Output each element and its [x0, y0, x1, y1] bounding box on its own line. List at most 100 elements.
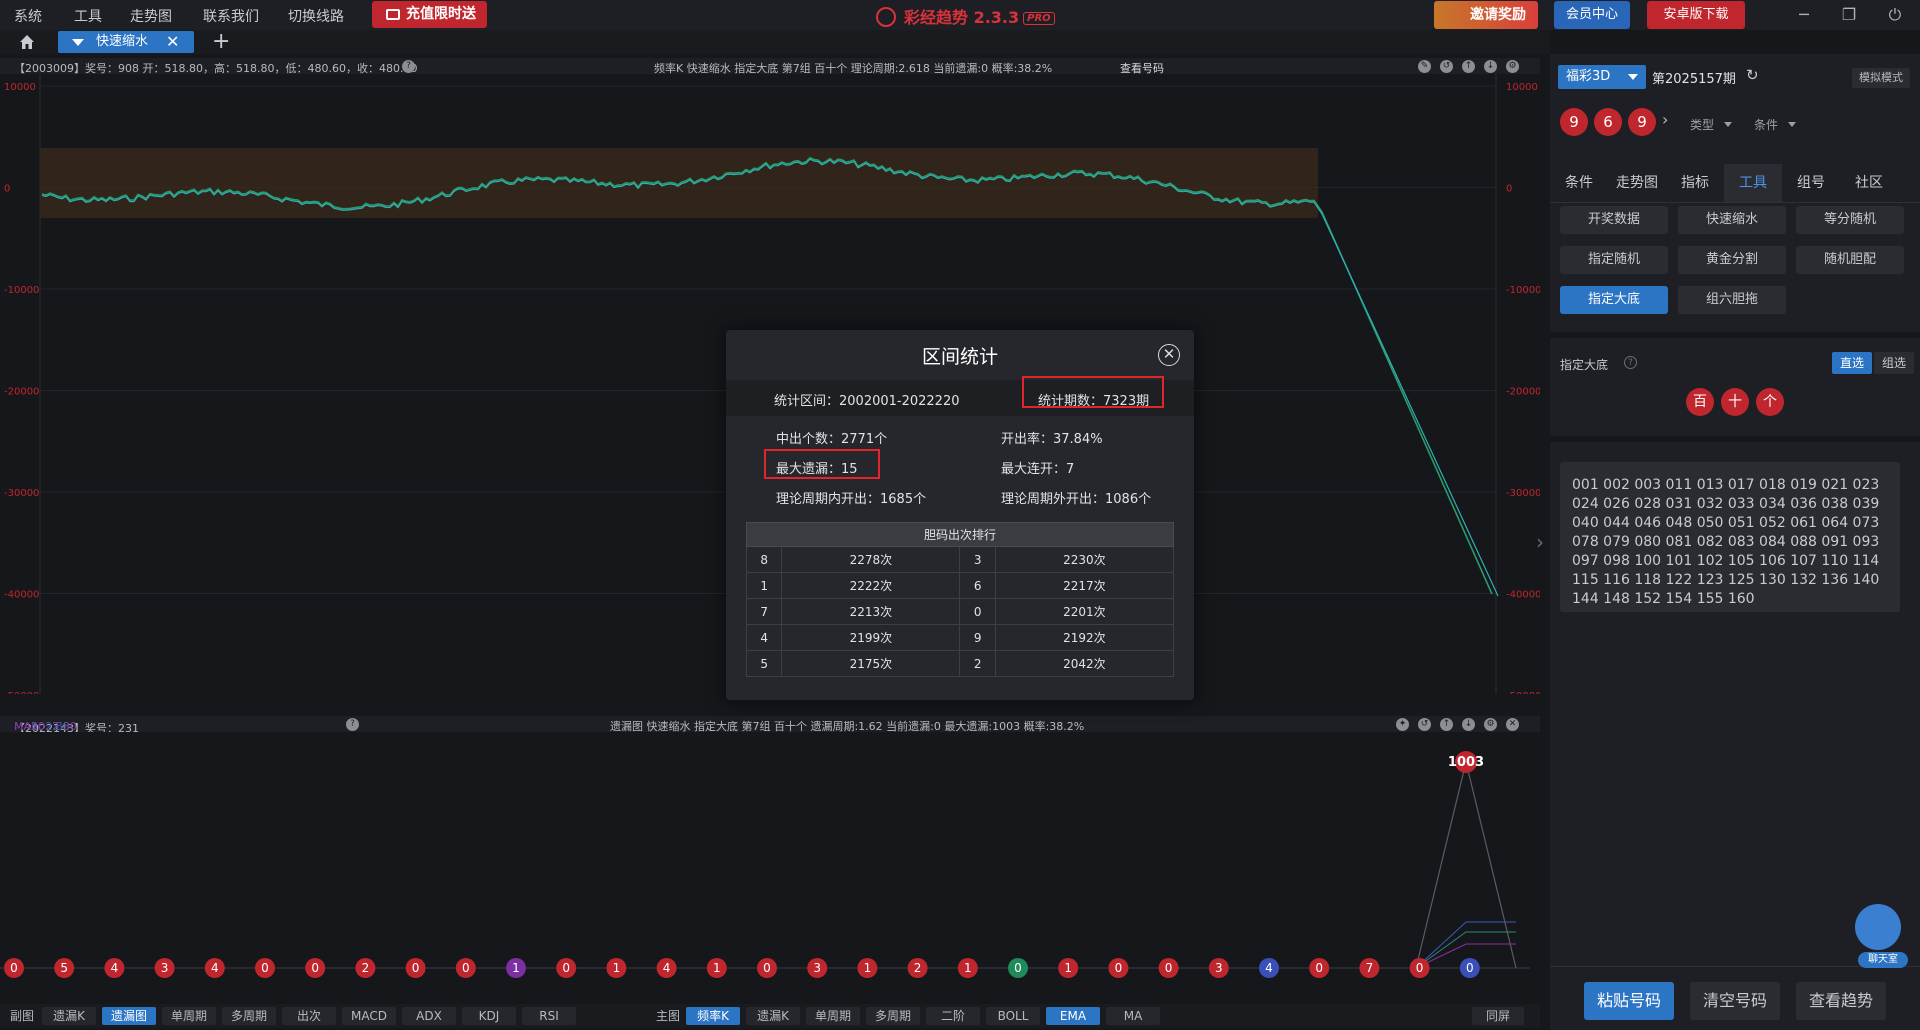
miss-ball: 4 — [104, 958, 125, 978]
sim-mode-button[interactable]: 模拟模式 — [1852, 68, 1910, 88]
tool-button[interactable]: 指定大底 — [1560, 286, 1668, 314]
lottery-select-label: 福彩3D — [1566, 69, 1611, 84]
view-trend-button[interactable]: 查看趋势 — [1796, 982, 1886, 1020]
main-indicator-button[interactable]: 频率K — [686, 1007, 740, 1025]
down-icon[interactable]: ↓ — [1484, 60, 1497, 73]
right-tab[interactable]: 指标 — [1666, 164, 1724, 202]
group-select-toggle[interactable]: 组选 — [1874, 352, 1914, 374]
sub-indicator-button[interactable]: 遗漏K — [42, 1007, 96, 1025]
miss-chart[interactable]: 1003 054340020010141031210100340700 — [0, 732, 1540, 1002]
expand-panel-icon[interactable]: › — [1536, 530, 1544, 554]
y-tick-label: -10000 — [4, 285, 39, 296]
stat-max-streak: 最大连开：7 — [1001, 462, 1075, 477]
sub-indicator-button[interactable]: RSI — [522, 1007, 576, 1025]
right-tab[interactable]: 工具 — [1724, 164, 1782, 202]
up-icon[interactable]: ↑ — [1440, 718, 1453, 731]
main-indicator-button[interactable]: 多周期 — [866, 1007, 920, 1025]
direct-select-toggle[interactable]: 直选 — [1832, 352, 1872, 374]
power-icon[interactable]: ⏻ — [1884, 4, 1906, 26]
down-icon[interactable]: ↓ — [1462, 718, 1475, 731]
sub-indicator-button[interactable]: 遗漏图 — [102, 1007, 156, 1025]
android-download-button[interactable]: 安卓版下载 — [1647, 1, 1745, 29]
sub-indicator-button[interactable]: ADX — [402, 1007, 456, 1025]
menu-switch-line[interactable]: 切换线路 — [288, 6, 344, 26]
miss-ball: 0 — [405, 958, 426, 978]
recharge-promo-button[interactable]: 充值限时送 — [372, 1, 487, 28]
chat-icon[interactable] — [1855, 904, 1901, 950]
tool-button[interactable]: 黄金分割 — [1678, 246, 1786, 274]
main-indicator-button[interactable]: 二阶 — [926, 1007, 980, 1025]
restore-icon[interactable]: ❐ — [1838, 4, 1860, 26]
home-icon[interactable] — [18, 33, 36, 51]
invite-reward-button[interactable]: 邀请奖励 — [1434, 1, 1538, 29]
table-cell: 2175次 — [781, 650, 961, 677]
pin-icon[interactable]: ✦ — [1396, 718, 1409, 731]
close-icon[interactable]: ✕ — [1158, 344, 1180, 366]
miss-ball-label: 1 — [613, 961, 621, 975]
menu-tools[interactable]: 工具 — [74, 6, 102, 26]
number-list-textarea[interactable]: 001 002 003 011 013 017 018 019 021 023 … — [1560, 462, 1900, 612]
type-dropdown[interactable]: 类型 — [1690, 116, 1733, 133]
tool-button[interactable]: 快速缩水 — [1678, 206, 1786, 234]
digit-hundreds-button[interactable]: 百 — [1686, 388, 1714, 416]
miss-ball: 5 — [54, 958, 75, 978]
sub-indicator-button[interactable]: 单周期 — [162, 1007, 216, 1025]
sub-indicator-button[interactable]: 多周期 — [222, 1007, 276, 1025]
tool-button[interactable]: 组六胆拖 — [1678, 286, 1786, 314]
table-cell: 2192次 — [994, 624, 1175, 651]
paste-numbers-button[interactable]: 粘贴号码 — [1584, 982, 1674, 1020]
right-tab[interactable]: 组号 — [1782, 164, 1840, 202]
miss-ball: 0 — [255, 958, 275, 978]
member-center-button[interactable]: 会员中心 — [1554, 1, 1630, 29]
condition-dropdown[interactable]: 条件 — [1754, 116, 1797, 133]
table-cell: 8 — [745, 546, 783, 573]
main-indicator-button[interactable]: 单周期 — [806, 1007, 860, 1025]
tab-close-icon[interactable]: ✕ — [166, 31, 179, 53]
tool-button[interactable]: 开奖数据 — [1560, 206, 1668, 234]
right-tab[interactable]: 走势图 — [1608, 164, 1666, 202]
main-indicator-button[interactable]: EMA — [1046, 1007, 1100, 1025]
table-cell: 2199次 — [781, 624, 961, 651]
menu-contact[interactable]: 联系我们 — [203, 6, 259, 26]
sync-screen-button[interactable]: 同屏 — [1472, 1007, 1524, 1025]
tab-dropdown-icon[interactable] — [72, 39, 84, 46]
settings-icon[interactable]: ⚙ — [1506, 60, 1519, 73]
menu-trend[interactable]: 走势图 — [130, 6, 172, 26]
main-indicator-button[interactable]: BOLL — [986, 1007, 1040, 1025]
main-indicator-button[interactable]: 遗漏K — [746, 1007, 800, 1025]
digit-units-button[interactable]: 个 — [1756, 388, 1784, 416]
close-icon[interactable]: ✕ — [1506, 718, 1519, 731]
sub-indicator-button[interactable]: 出次 — [282, 1007, 336, 1025]
refresh-icon[interactable]: ↻ — [1746, 66, 1759, 84]
help-icon[interactable]: ? — [1624, 356, 1637, 369]
up-icon[interactable]: ↑ — [1462, 60, 1475, 73]
menu-system[interactable]: 系统 — [14, 6, 42, 26]
chevron-right-icon[interactable]: › — [1662, 110, 1668, 129]
latest-ball: 6 — [1594, 108, 1622, 136]
digit-tens-button[interactable]: 十 — [1721, 388, 1749, 416]
add-tab-button[interactable]: + — [212, 29, 230, 54]
y-tick-label: -10000 — [1506, 285, 1540, 296]
sub-indicator-button[interactable]: MACD — [342, 1007, 396, 1025]
edit-icon[interactable]: ✎ — [1418, 60, 1431, 73]
tool-button[interactable]: 随机胆配 — [1796, 246, 1904, 274]
sub-indicator-button[interactable]: KDJ — [462, 1007, 516, 1025]
help-icon[interactable]: ? — [402, 60, 415, 73]
clear-numbers-button[interactable]: 清空号码 — [1690, 982, 1780, 1020]
tab-quick-shrink[interactable]: 快速缩水 ✕ — [58, 31, 194, 53]
chat-room-button[interactable]: 聊天室 — [1858, 952, 1908, 968]
help-icon[interactable]: ? — [346, 718, 359, 731]
right-tab[interactable]: 条件 — [1550, 164, 1608, 202]
main-indicator-button[interactable]: MA — [1106, 1007, 1160, 1025]
miss-ball-label: 1 — [864, 961, 872, 975]
minimize-icon[interactable]: ─ — [1793, 4, 1815, 26]
table-cell: 9 — [959, 624, 996, 651]
tool-button[interactable]: 等分随机 — [1796, 206, 1904, 234]
back-icon[interactable]: ↺ — [1418, 718, 1431, 731]
lottery-select[interactable]: 福彩3D — [1558, 65, 1646, 89]
right-tab[interactable]: 社区 — [1840, 164, 1898, 202]
back-icon[interactable]: ↺ — [1440, 60, 1453, 73]
settings-icon[interactable]: ⚙ — [1484, 718, 1497, 731]
app-title-text: 彩经趋势 2.3.3 — [904, 8, 1020, 27]
tool-button[interactable]: 指定随机 — [1560, 246, 1668, 274]
